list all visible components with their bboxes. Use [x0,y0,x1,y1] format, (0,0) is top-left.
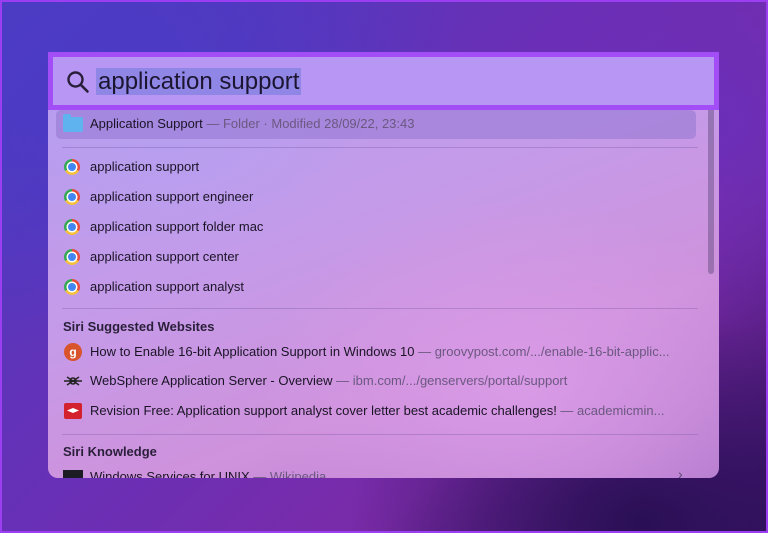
ibm-icon [64,376,82,386]
suggestion-label: application support engineer [90,189,254,204]
website-source: — academicmin... [556,403,665,418]
knowledge-source: — Wikipedia [249,469,327,478]
website-source: — ibm.com/.../genservers/portal/support [332,373,568,388]
chrome-icon [64,249,80,265]
search-input[interactable]: application support [96,68,302,95]
magnifying-glass-icon [67,71,89,93]
divider [62,308,698,309]
website-title: WebSphere Application Server - Overview [90,373,333,388]
top-hit-meta: — Folder · Modified 28/09/22, 23:43 [202,116,415,131]
knowledge-title: Windows Services for UNIX [90,469,250,478]
suggestion-label: application support center [90,249,239,264]
chrome-icon [64,159,80,175]
suggestion-label: application support analyst [90,279,244,294]
suggestion-label: application support [90,159,200,174]
search-field[interactable]: application support [48,52,719,110]
divider [62,147,698,148]
divider [62,434,698,435]
unix-icon [63,470,83,478]
folder-icon [63,114,83,132]
website-title: How to Enable 16-bit Application Support… [90,344,415,359]
website-source: — groovypost.com/.../enable-16-bit-appli… [414,344,670,359]
chrome-icon [64,279,80,295]
section-heading-siri-knowledge: Siri Knowledge [63,444,157,459]
top-hit-title: Application Support [90,116,203,131]
chrome-icon [64,219,80,235]
section-heading-siri-websites: Siri Suggested Websites [63,319,215,334]
suggestion-label: application support folder mac [90,219,264,234]
groovypost-icon: g [64,343,82,361]
academic-icon [64,403,82,419]
spotlight-results: Application Support — Folder · Modified … [48,52,719,478]
scrollbar[interactable] [708,108,714,274]
chrome-icon [64,189,80,205]
chevron-right-icon[interactable]: › [678,466,683,478]
website-title: Revision Free: Application support analy… [90,403,557,418]
